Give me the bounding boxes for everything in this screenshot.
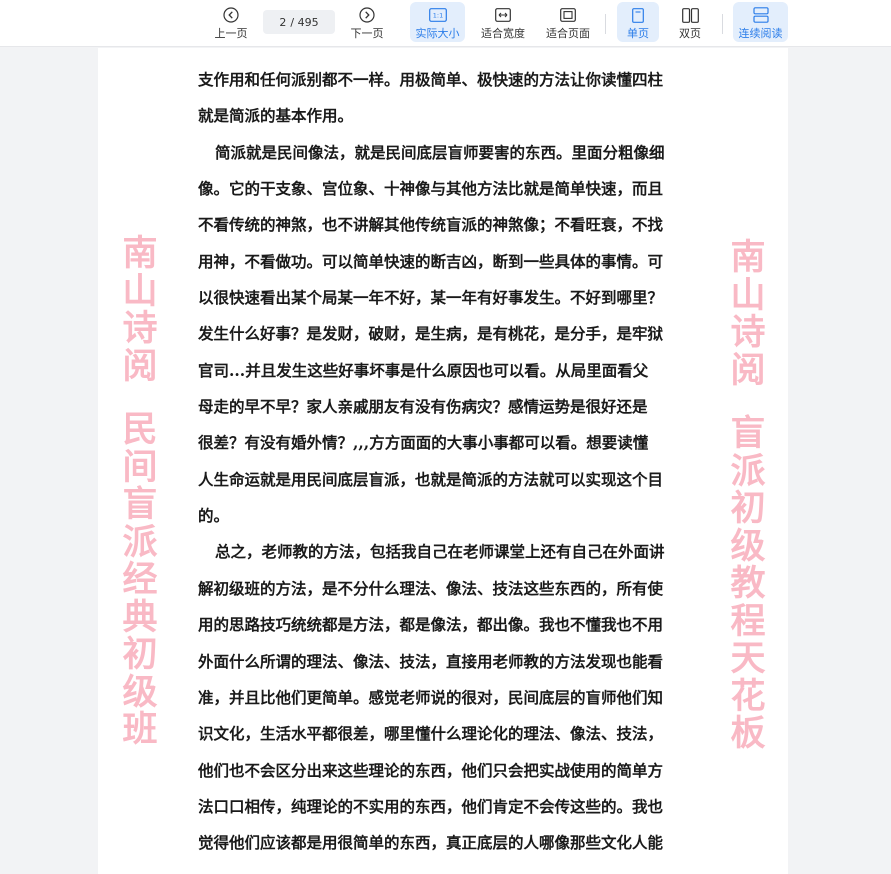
double-page-label: 双页 (679, 27, 701, 40)
watermark-char: 阅 (122, 346, 158, 387)
fit-width-icon (495, 5, 511, 25)
text-line: 解初级班的方法，是不分什么理法、像法、技法这些东西的，所有使 (198, 578, 664, 598)
next-page-label: 下一页 (350, 27, 384, 40)
watermark-char: 盲 (730, 414, 766, 454)
text-line: 发生什么好事？是发财，破财，是生病，是有桃花，是分手，是牢狱 (198, 324, 664, 344)
watermark-char: 班 (122, 710, 158, 750)
text-line: 很差？有没有婚外情？,,,方方面面的大事小事都可以看。想要读懂 (198, 433, 649, 453)
watermark-char: 盲 (122, 485, 158, 525)
text-line: 准，并且比他们更简单。感觉老师说的很对，民间底层的盲师他们知 (198, 687, 664, 707)
watermark-char: 山 (730, 275, 766, 316)
page-total: / 495 (290, 15, 319, 29)
page-number-input[interactable]: 2 / 495 (263, 10, 335, 34)
text-line: 法口口相传，纯理论的不实用的东西，他们肯定不会传这些的。我也 (198, 796, 664, 816)
chevron-right-circle-icon (359, 5, 375, 25)
watermark-char: 初 (730, 489, 766, 529)
continuous-reading-label: 连续阅读 (738, 27, 783, 40)
actual-size-icon: 1:1 (428, 5, 447, 25)
document-page: 支作用和任何派别都不一样。用极简单、极快速的方法让你读懂四柱 就是简派的基本作用… (98, 48, 788, 874)
page-text: 支作用和任何派别都不一样。用极简单、极快速的方法让你读懂四柱 就是简派的基本作用… (198, 62, 688, 862)
text-line: 官司...并且发生这些好事坏事是什么原因也可以看。从局里面看父 (198, 360, 649, 380)
page-current: 2 (279, 15, 287, 29)
watermark-char: 天 (730, 639, 766, 679)
fit-width-label: 适合宽度 (481, 27, 525, 40)
text-line: 人生命运就是用民间底层盲派，也就是简派的方法就可以实现这个目 (198, 469, 664, 489)
watermark-char: 南 (122, 234, 158, 274)
actual-size-label: 实际大小 (415, 27, 460, 40)
watermark-char: 诗 (122, 309, 158, 349)
chevron-left-circle-icon (223, 5, 239, 25)
toolbar: 上一页 2 / 495 下一页 1:1 实际大小 适合宽度 适合页面 单页 双页… (0, 0, 891, 47)
watermark-char: 派 (122, 522, 158, 563)
single-page-label: 单页 (627, 27, 649, 40)
continuous-reading-button[interactable]: 连续阅读 (733, 2, 788, 42)
watermark-char: 南 (730, 238, 766, 278)
watermark-left: 南 山 诗 阅 民 间 盲 派 经 典 初 级 班 (120, 234, 160, 750)
watermark-char: 板 (730, 714, 766, 754)
watermark-char: 诗 (730, 313, 766, 353)
toolbar-divider (722, 14, 723, 34)
watermark-char: 经 (122, 560, 158, 600)
double-page-icon (681, 5, 699, 25)
text-line: 他们也不会区分出来这些理论的东西，他们只会把实战使用的简单方 (198, 760, 664, 780)
text-line: 外面什么所谓的理法、像法、技法，直接用老师教的方法发现也能看 (198, 651, 664, 671)
double-page-button[interactable]: 双页 (669, 2, 711, 42)
watermark-char: 级 (122, 672, 158, 713)
fit-page-button[interactable]: 适合页面 (540, 2, 596, 42)
watermark-gap (728, 390, 768, 416)
single-page-button[interactable]: 单页 (617, 2, 659, 42)
single-page-icon (632, 5, 644, 25)
text-line: 母走的早不早？家人亲戚朋友有没有伤病灾？感情运势是很好还是 (198, 397, 648, 417)
fit-width-button[interactable]: 适合宽度 (476, 2, 530, 42)
watermark-gap (120, 386, 160, 412)
watermark-char: 间 (122, 447, 158, 488)
watermark-char: 派 (730, 451, 766, 492)
watermark-char: 程 (730, 601, 766, 642)
toolbar-divider (605, 14, 606, 34)
text-line: 不看传统的神煞，也不讲解其他传统盲派的神煞像；不看旺衰，不找 (198, 215, 664, 235)
fit-page-icon (560, 5, 576, 25)
watermark-right: 南 山 诗 阅 盲 派 初 级 教 程 天 花 板 (728, 238, 768, 754)
watermark-char: 花 (730, 676, 766, 717)
text-line: 用神，不看做功。可以简单快速的断吉凶，断到一些具体的事情。可 (198, 251, 664, 271)
watermark-char: 级 (730, 526, 766, 567)
watermark-char: 初 (122, 635, 158, 675)
prev-page-label: 上一页 (214, 27, 248, 40)
watermark-char: 典 (122, 597, 158, 638)
prev-page-button[interactable]: 上一页 (210, 2, 252, 42)
next-page-button[interactable]: 下一页 (346, 2, 388, 42)
text-line: 像。它的干支象、宫位象、十神像与其他方法比就是简单快速，而且 (198, 179, 664, 199)
text-line: 总之，老师教的方法，包括我自己在老师课堂上还有自己在外面讲 (215, 542, 665, 562)
text-line: 简派就是民间像法，就是民间底层盲师要害的东西。里面分粗像细 (215, 142, 665, 162)
text-line: 的。 (198, 506, 230, 526)
watermark-char: 民 (122, 410, 158, 450)
text-line: 以很快速看出某个局某一年不好，某一年有好事发生。不好到哪里？ (198, 288, 664, 308)
text-line: 用的思路技巧统统都是方法，都是像法，都出像。我也不懂我也不用 (198, 615, 664, 635)
continuous-reading-icon (752, 5, 769, 25)
text-line: 支作用和任何派别都不一样。用极简单、极快速的方法让你读懂四柱 (198, 70, 664, 89)
text-line: 觉得他们应该都是用很简单的东西，真正底层的人哪像那些文化人能 (198, 833, 664, 853)
watermark-char: 阅 (730, 350, 766, 391)
text-line: 就是简派的基本作用。 (198, 106, 354, 126)
text-line: 识文化，生活水平都很差，哪里懂什么理论化的理法、像法、技法， (198, 724, 664, 744)
watermark-char: 教 (730, 564, 766, 604)
watermark-char: 山 (122, 271, 158, 312)
fit-page-label: 适合页面 (546, 27, 590, 40)
actual-size-icon-text: 1:1 (432, 12, 442, 20)
actual-size-button[interactable]: 1:1 实际大小 (410, 2, 465, 42)
